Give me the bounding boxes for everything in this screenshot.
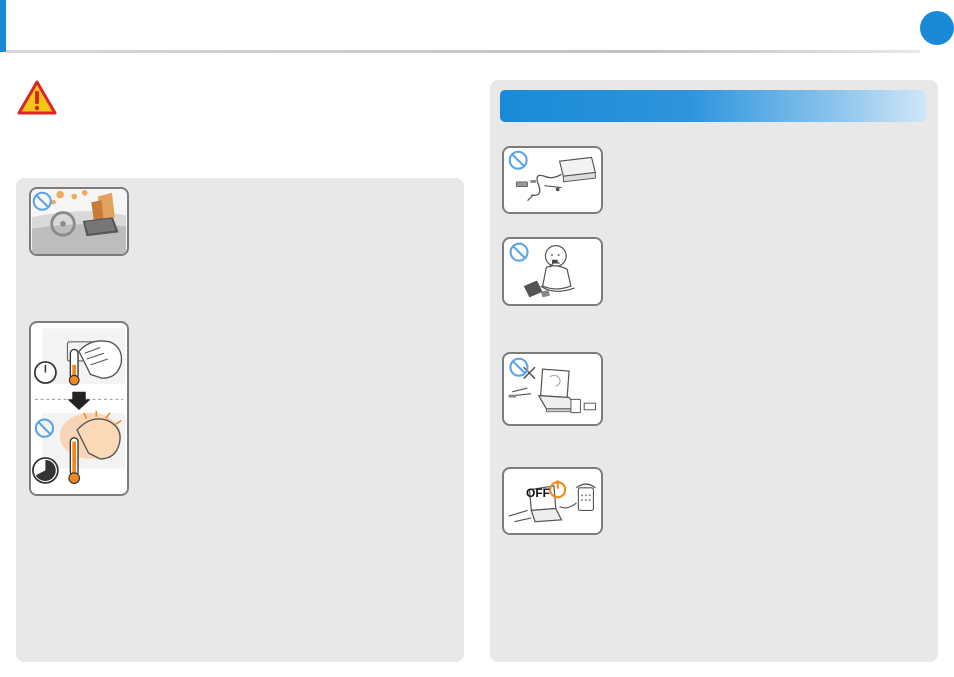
laptop-disassembly-prohibited-icon <box>502 352 603 426</box>
off-label: OFF <box>526 486 550 500</box>
power-adapter-cable-prohibited-icon <box>502 146 603 214</box>
chapter-marker-icon <box>920 11 954 45</box>
header-accent-bar <box>0 0 6 52</box>
car-dashboard-laptop-prohibited-icon <box>29 187 129 256</box>
section-title-bar <box>500 90 926 122</box>
warning-triangle-icon <box>17 80 57 116</box>
header-divider <box>6 50 920 53</box>
power-off-phone-line-icon: OFF <box>502 467 603 535</box>
child-chewing-battery-prohibited-icon <box>502 237 603 306</box>
laptop-palm-rest-heat-icon <box>29 321 129 496</box>
